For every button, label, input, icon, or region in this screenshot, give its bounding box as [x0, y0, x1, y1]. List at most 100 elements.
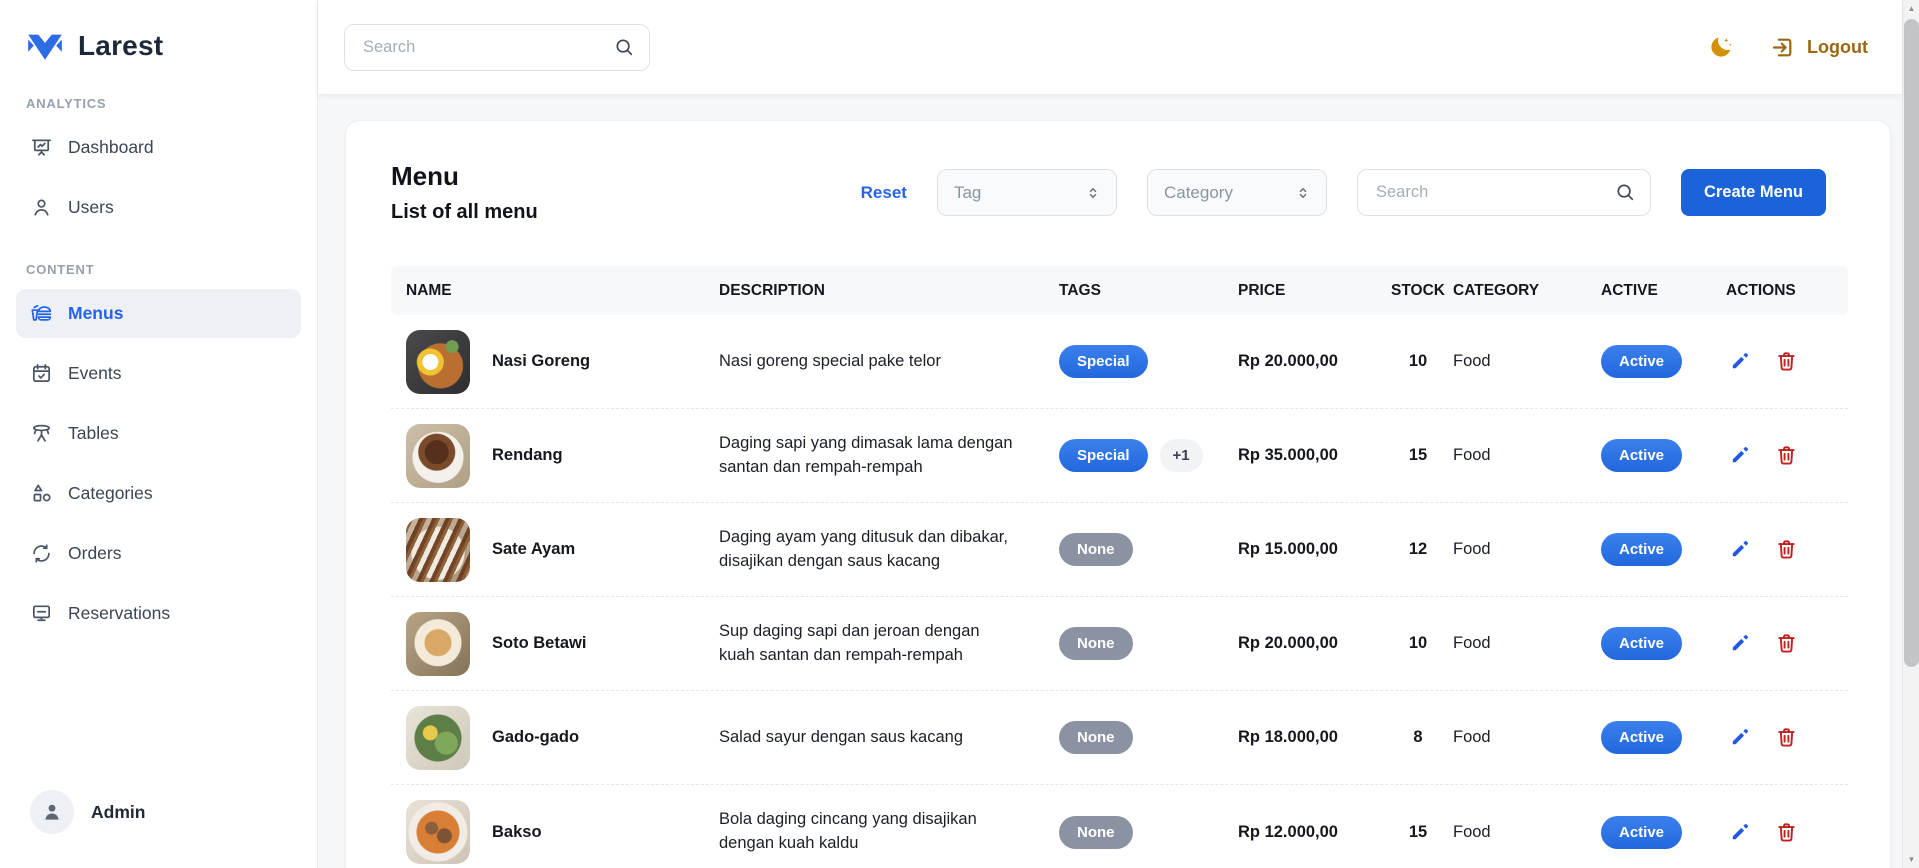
global-search-input[interactable]	[344, 24, 650, 71]
menu-tags: Special+1	[1059, 439, 1238, 472]
dark-mode-toggle[interactable]	[1704, 30, 1738, 64]
delete-button[interactable]	[1773, 348, 1800, 375]
sidebar-item-label: Tables	[68, 423, 119, 444]
edit-icon	[1728, 444, 1751, 467]
main-area: Logout Menu List of all menu Reset Tag	[318, 0, 1902, 868]
menu-category: Food	[1453, 352, 1601, 371]
page-subtitle: List of all menu	[391, 201, 538, 224]
menu-category: Food	[1453, 728, 1601, 747]
delete-button[interactable]	[1773, 724, 1800, 751]
dashboard-icon	[30, 136, 53, 159]
row-actions	[1726, 630, 1850, 657]
scrollbar[interactable]	[1902, 0, 1919, 868]
status-badge: Active	[1601, 816, 1682, 849]
edit-icon	[1728, 821, 1751, 844]
tag-badge: None	[1059, 816, 1133, 849]
sidebar-item-label: Dashboard	[68, 137, 154, 158]
create-menu-button[interactable]: Create Menu	[1681, 169, 1826, 216]
sidebar-item-label: Categories	[68, 483, 153, 504]
chevron-updown-icon	[1294, 184, 1312, 202]
tag-badge: None	[1059, 627, 1133, 660]
edit-button[interactable]	[1726, 442, 1753, 469]
row-actions	[1726, 536, 1850, 563]
menu-active-cell: Active	[1601, 439, 1726, 472]
row-actions	[1726, 724, 1850, 751]
table-row: Sate AyamDaging ayam yang ditusuk dan di…	[391, 503, 1848, 597]
delete-icon	[1775, 350, 1798, 373]
menu-description: Daging sapi yang dimasak lama dengan san…	[719, 432, 1034, 480]
status-badge: Active	[1601, 439, 1682, 472]
edit-button[interactable]	[1726, 724, 1753, 751]
menu-photo	[406, 800, 470, 864]
menu-photo	[406, 612, 470, 676]
menus-icon	[30, 302, 53, 325]
status-badge: Active	[1601, 345, 1682, 378]
scrollbar-down-arrow[interactable]	[1903, 851, 1919, 868]
sidebar-user[interactable]: Admin	[16, 784, 301, 842]
sidebar-section: CONTENT Menus Events Tables Categories Orders…	[16, 262, 301, 638]
search-icon	[613, 36, 635, 58]
menu-stock: 8	[1383, 728, 1453, 747]
sidebar-section: ANALYTICS Dashboard Users	[16, 96, 301, 232]
sidebar-item-orders[interactable]: Orders	[16, 529, 301, 578]
menu-price: Rp 20.000,00	[1238, 352, 1383, 371]
delete-button[interactable]	[1773, 630, 1800, 657]
sidebar-item-events[interactable]: Events	[16, 349, 301, 398]
sidebar-item-dashboard[interactable]: Dashboard	[16, 123, 301, 172]
column-header-description: DESCRIPTION	[719, 282, 1059, 300]
sidebar-nav: ANALYTICS Dashboard Users CONTENT Menus Event…	[16, 66, 301, 649]
sidebar-item-tables[interactable]: Tables	[16, 409, 301, 458]
sidebar-item-users[interactable]: Users	[16, 183, 301, 232]
menu-category: Food	[1453, 540, 1601, 559]
delete-button[interactable]	[1773, 442, 1800, 469]
more-tags-badge: +1	[1160, 439, 1203, 472]
sidebar-item-menus[interactable]: Menus	[16, 289, 301, 338]
menu-category: Food	[1453, 634, 1601, 653]
menu-name: Rendang	[492, 446, 563, 465]
row-actions	[1726, 442, 1850, 469]
menu-name-cell: Soto Betawi	[391, 612, 719, 676]
tag-filter-select[interactable]: Tag	[937, 169, 1117, 216]
menu-photo	[406, 330, 470, 394]
column-header-actions: ACTIONS	[1726, 282, 1850, 300]
logout-button[interactable]: Logout	[1766, 31, 1872, 64]
menu-name-cell: Sate Ayam	[391, 518, 719, 582]
menu-active-cell: Active	[1601, 627, 1726, 660]
edit-button[interactable]	[1726, 536, 1753, 563]
sidebar-item-reservations[interactable]: Reservations	[16, 589, 301, 638]
menu-stock: 10	[1383, 634, 1453, 653]
edit-icon	[1728, 726, 1751, 749]
sidebar-item-label: Menus	[68, 303, 123, 324]
filter-bar: Reset Tag Category Cre	[861, 169, 1826, 216]
table-row: Soto BetawiSup daging sapi dan jeroan de…	[391, 597, 1848, 691]
menu-stock: 12	[1383, 540, 1453, 559]
logout-label: Logout	[1807, 37, 1868, 58]
status-badge: Active	[1601, 721, 1682, 754]
app: Larest ANALYTICS Dashboard Users CONTENT Men…	[0, 0, 1919, 868]
edit-button[interactable]	[1726, 819, 1753, 846]
sidebar-section-label: ANALYTICS	[26, 96, 301, 111]
delete-button[interactable]	[1773, 536, 1800, 563]
menu-name: Sate Ayam	[492, 540, 575, 559]
delete-button[interactable]	[1773, 819, 1800, 846]
title-block: Menu List of all menu	[391, 161, 538, 224]
edit-button[interactable]	[1726, 348, 1753, 375]
category-filter-select[interactable]: Category	[1147, 169, 1327, 216]
delete-icon	[1775, 538, 1798, 561]
sidebar-section-label: CONTENT	[26, 262, 301, 277]
sidebar-item-categories[interactable]: Categories	[16, 469, 301, 518]
user-name: Admin	[91, 802, 145, 823]
table-search-input[interactable]	[1357, 169, 1651, 216]
menu-name-cell: Rendang	[391, 424, 719, 488]
menu-name: Bakso	[492, 823, 542, 842]
reset-link[interactable]: Reset	[861, 183, 907, 203]
menu-photo	[406, 706, 470, 770]
scrollbar-up-arrow[interactable]	[1903, 0, 1919, 17]
menu-price: Rp 18.000,00	[1238, 728, 1383, 747]
orders-icon	[30, 542, 53, 565]
delete-icon	[1775, 444, 1798, 467]
scrollbar-thumb[interactable]	[1904, 19, 1919, 667]
edit-button[interactable]	[1726, 630, 1753, 657]
column-header-stock: STOCK	[1383, 282, 1453, 300]
brand: Larest	[16, 22, 301, 66]
